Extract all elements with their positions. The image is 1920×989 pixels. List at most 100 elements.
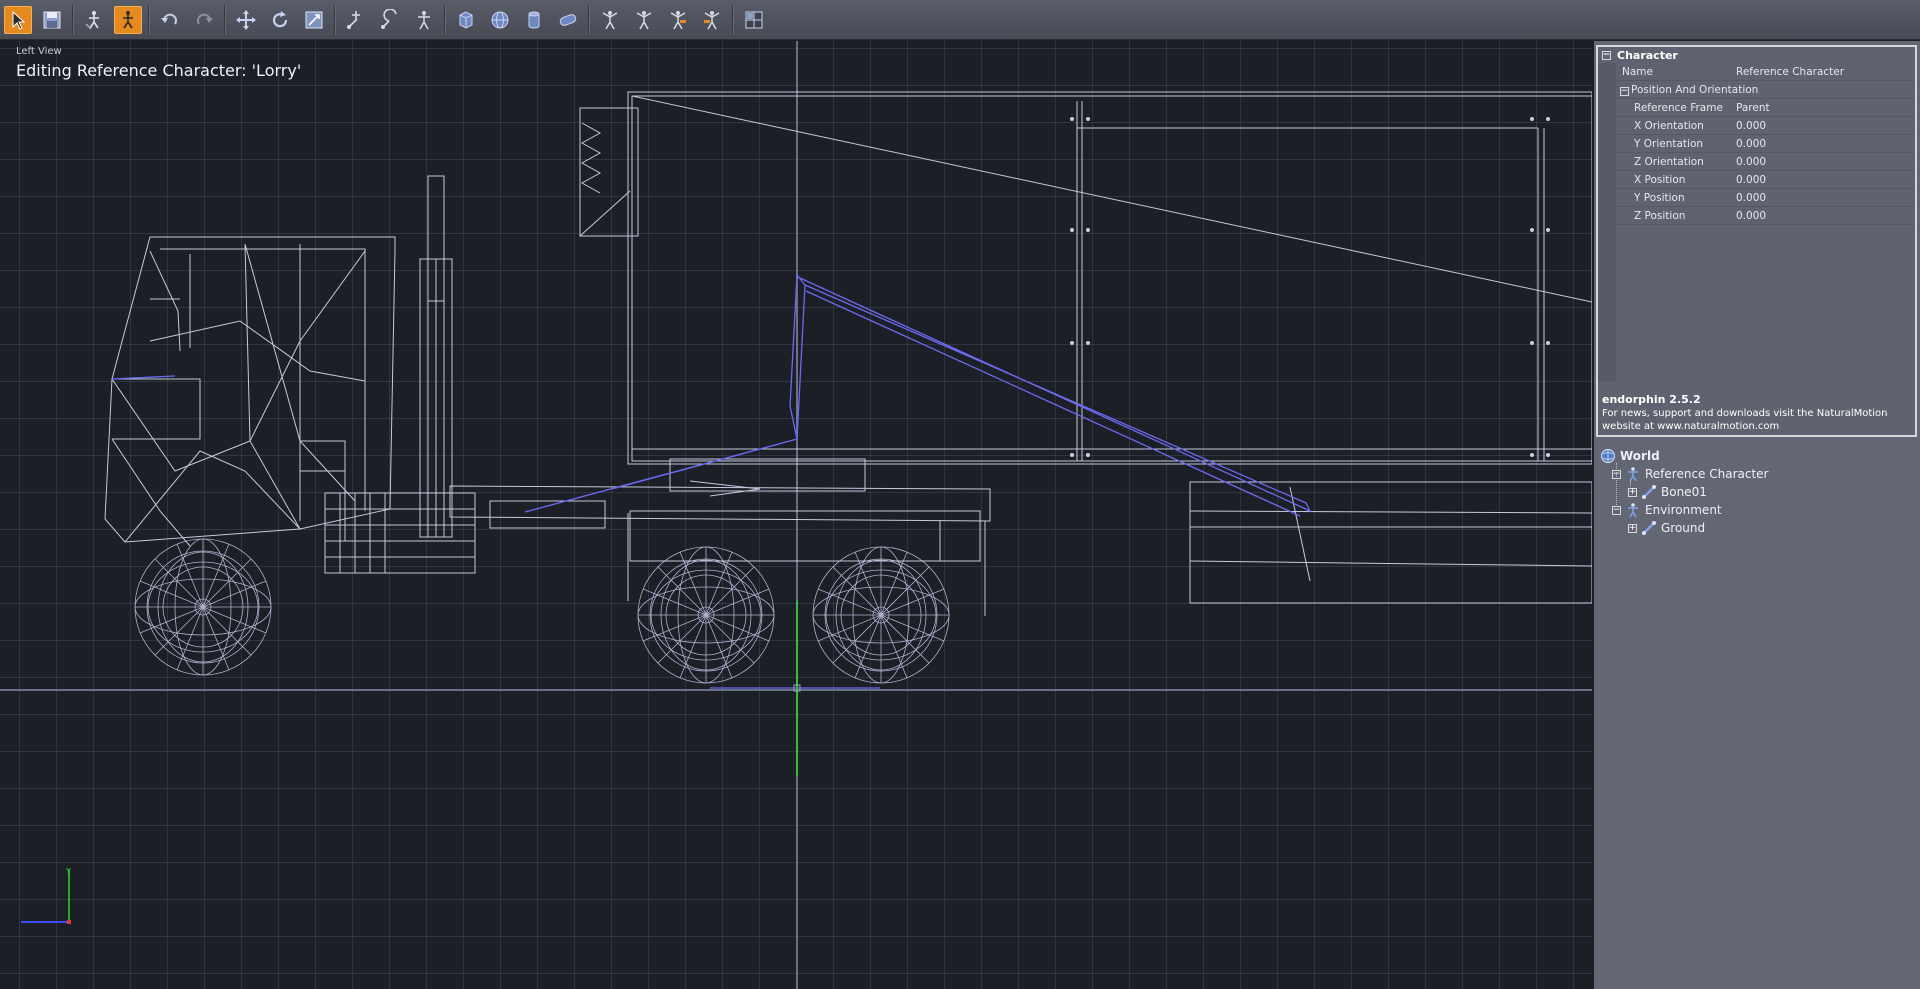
- property-row-z-orientation[interactable]: Z Orientation 0.000: [1598, 153, 1915, 171]
- property-value[interactable]: 0.000: [1736, 192, 1766, 204]
- expand-icon[interactable]: +: [1628, 523, 1637, 533]
- tree-label: Bone01: [1661, 485, 1707, 499]
- skeleton-lines: [111, 273, 1312, 689]
- redo-icon: [197, 13, 213, 25]
- expand-icon[interactable]: +: [1628, 487, 1637, 497]
- editing-title: Editing Reference Character: 'Lorry': [16, 61, 302, 80]
- character-icon: [1628, 467, 1638, 482]
- layout-button[interactable]: [740, 6, 768, 34]
- property-value[interactable]: 0.000: [1736, 156, 1766, 168]
- property-row-name[interactable]: Name Reference Character: [1598, 63, 1915, 81]
- property-label: Z Orientation: [1634, 155, 1704, 168]
- main-toolbar: [0, 0, 1920, 40]
- bone-rotate-button[interactable]: [376, 6, 404, 34]
- about-footer: endorphin 2.5.2 For news, support and do…: [1602, 393, 1888, 433]
- collapse-icon[interactable]: −: [1602, 50, 1611, 60]
- properties-header-label: Character: [1617, 48, 1678, 62]
- cylinder-icon: [528, 11, 540, 28]
- rotate-tool-button[interactable]: [266, 6, 294, 34]
- collapse-icon[interactable]: −: [1612, 505, 1621, 515]
- property-group-position-orientation[interactable]: − Position And Orientation: [1598, 81, 1915, 99]
- property-row-z-position[interactable]: Z Position 0.000: [1598, 207, 1915, 225]
- scale-tool-button[interactable]: [300, 6, 328, 34]
- figure-arms-orange-icon: [704, 10, 720, 29]
- property-row-x-orientation[interactable]: X Orientation 0.000: [1598, 117, 1915, 135]
- tree-label: Ground: [1661, 521, 1706, 535]
- property-label: X Orientation: [1634, 119, 1704, 132]
- group-label: Position And Orientation: [1631, 83, 1759, 96]
- app-version: endorphin 2.5.2: [1602, 393, 1701, 406]
- property-label: Z Position: [1634, 209, 1686, 222]
- collapse-icon[interactable]: −: [1620, 86, 1629, 96]
- group-label-wrap: − Position And Orientation: [1598, 84, 1758, 96]
- collapse-icon[interactable]: −: [1612, 469, 1621, 479]
- property-label: Name: [1622, 65, 1653, 78]
- add-cylinder-button[interactable]: [520, 6, 548, 34]
- bone-translate-button[interactable]: [342, 6, 370, 34]
- side-panel: − Character Name Reference Character − Po…: [1594, 41, 1920, 989]
- view-name-label: Left View: [16, 46, 62, 57]
- rotate-icon: [272, 10, 288, 27]
- undo-button[interactable]: [156, 6, 184, 34]
- character-edit-button[interactable]: [80, 6, 108, 34]
- property-row-y-position[interactable]: Y Position 0.000: [1598, 189, 1915, 207]
- lorry-wireframe: [0, 41, 1592, 989]
- property-row-y-orientation[interactable]: Y Orientation 0.000: [1598, 135, 1915, 153]
- property-value[interactable]: 0.000: [1736, 174, 1766, 186]
- property-value[interactable]: 0.000: [1736, 138, 1766, 150]
- redo-button[interactable]: [190, 6, 218, 34]
- figure-arms-icon: [636, 10, 652, 29]
- toolbar-separator: [224, 5, 226, 34]
- about-line-1: For news, support and downloads visit th…: [1602, 408, 1888, 419]
- properties-header[interactable]: − Character: [1598, 47, 1915, 63]
- tree-label: Environment: [1645, 503, 1722, 517]
- axis-gizmo-y-label: Y: [66, 867, 71, 876]
- property-label: Y Position: [1634, 191, 1685, 204]
- viewport-left-view[interactable]: Left View Editing Reference Character: '…: [0, 41, 1592, 989]
- property-value[interactable]: 0.000: [1736, 210, 1766, 222]
- axis-gizmo: [21, 869, 71, 924]
- undo-icon: [161, 13, 177, 25]
- property-value[interactable]: Parent: [1736, 102, 1770, 114]
- layout-icon: [745, 11, 763, 28]
- figure-arrow-icon: [85, 10, 99, 30]
- behaviour-4-button[interactable]: [698, 6, 726, 34]
- tree-label: Reference Character: [1645, 467, 1769, 481]
- tree-node-reference-character[interactable]: − Reference Character: [1600, 465, 1916, 483]
- world-icon: [1601, 449, 1615, 463]
- arrow-cursor-icon: [12, 10, 26, 30]
- add-capsule-button[interactable]: [554, 6, 582, 34]
- property-row-x-position[interactable]: X Position 0.000: [1598, 171, 1915, 189]
- figure-pose-button[interactable]: [410, 6, 438, 34]
- toolbar-separator: [588, 5, 590, 34]
- environment-icon: [1628, 503, 1638, 518]
- tree-node-environment[interactable]: − Environment: [1600, 501, 1916, 519]
- property-value[interactable]: 0.000: [1736, 120, 1766, 132]
- figure-arms-orange-icon: [670, 10, 686, 29]
- add-box-button[interactable]: [452, 6, 480, 34]
- tree-node-bone01[interactable]: + Bone01: [1600, 483, 1916, 501]
- save-button[interactable]: [38, 6, 66, 34]
- select-tool-button[interactable]: [4, 5, 32, 34]
- behaviour-2-button[interactable]: [630, 6, 658, 34]
- figure-arms-icon: [602, 10, 618, 29]
- toolbar-separator: [444, 5, 446, 34]
- tree-node-ground[interactable]: + Ground: [1600, 519, 1916, 537]
- property-row-reference-frame[interactable]: Reference Frame Parent: [1598, 99, 1915, 117]
- bone-icon: [1642, 521, 1656, 535]
- toolbar-separator: [72, 5, 74, 34]
- property-value[interactable]: Reference Character: [1736, 66, 1844, 78]
- bone-rotate-icon: [381, 8, 397, 29]
- capsule-icon: [559, 13, 577, 26]
- tree-node-world[interactable]: World: [1600, 447, 1916, 465]
- behaviour-3-button[interactable]: [664, 6, 692, 34]
- move-arrows-icon: [236, 9, 256, 30]
- sphere-icon: [491, 11, 509, 28]
- bone-icon: [1642, 485, 1656, 499]
- property-label: Y Orientation: [1634, 137, 1704, 150]
- reference-character-button[interactable]: [114, 5, 142, 34]
- add-sphere-button[interactable]: [486, 6, 514, 34]
- behaviour-1-button[interactable]: [596, 6, 624, 34]
- translate-tool-button[interactable]: [232, 6, 260, 34]
- toolbar-separator: [334, 5, 336, 34]
